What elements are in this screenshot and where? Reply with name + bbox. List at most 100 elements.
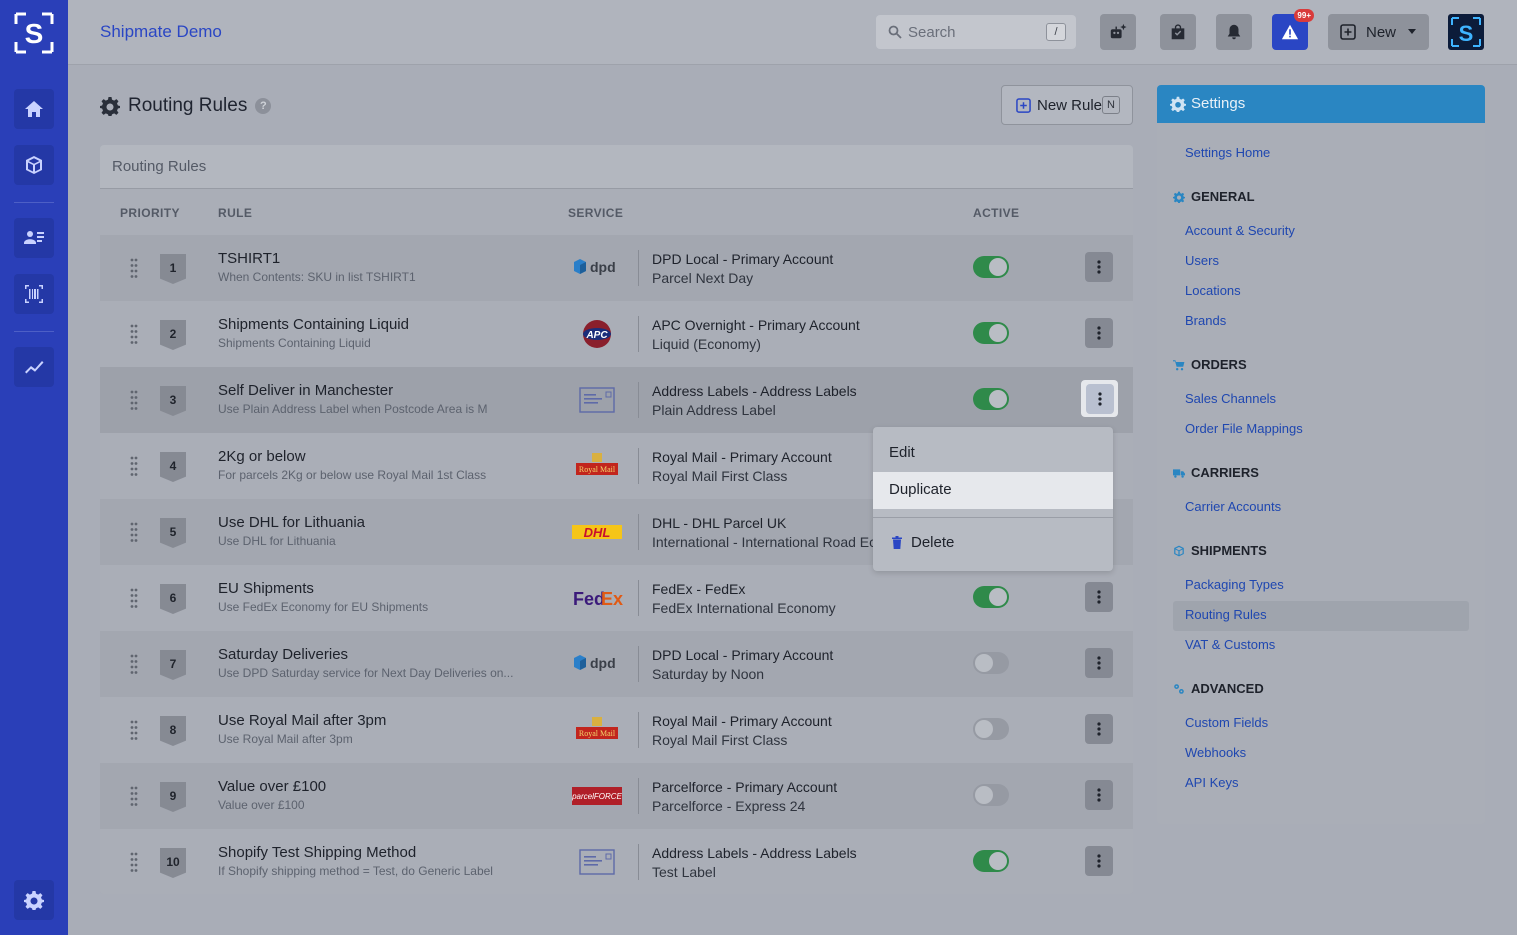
drag-handle-icon[interactable] bbox=[130, 653, 138, 675]
row-actions-button[interactable] bbox=[1085, 780, 1113, 810]
rule-description: When Contents: SKU in list TSHIRT1 bbox=[218, 270, 416, 284]
drag-handle-icon[interactable] bbox=[130, 389, 138, 411]
table-row[interactable]: 6 EU Shipments Use FedEx Economy for EU Sh… bbox=[100, 565, 1133, 631]
active-toggle[interactable] bbox=[973, 850, 1009, 872]
settings-link-brands[interactable]: Brands bbox=[1185, 313, 1226, 328]
settings-nav-button[interactable] bbox=[14, 880, 54, 920]
table-row[interactable]: 10 Shopify Test Shipping Method If Shopify… bbox=[100, 829, 1133, 894]
settings-link-api-keys[interactable]: API Keys bbox=[1185, 775, 1238, 790]
reports-nav-button[interactable] bbox=[14, 347, 54, 387]
priority-badge: 1 bbox=[160, 254, 186, 284]
settings-link-carrier-accounts[interactable]: Carrier Accounts bbox=[1185, 499, 1281, 514]
settings-link-routing-rules[interactable]: Routing Rules bbox=[1185, 607, 1267, 622]
rule-name[interactable]: 2Kg or below bbox=[218, 448, 306, 465]
service-divider bbox=[638, 712, 639, 748]
rule-description: Use Plain Address Label when Postcode Ar… bbox=[218, 402, 488, 416]
row-actions-button[interactable] bbox=[1085, 582, 1113, 612]
shipmate-logo[interactable]: S bbox=[14, 12, 54, 54]
table-row[interactable]: 8 Use Royal Mail after 3pm Use Royal Mail … bbox=[100, 697, 1133, 763]
row-actions-button[interactable] bbox=[1085, 714, 1113, 744]
row-actions-button[interactable] bbox=[1085, 318, 1113, 348]
kebab-icon bbox=[1097, 391, 1102, 406]
contacts-nav-button[interactable] bbox=[14, 218, 54, 258]
drag-handle-icon[interactable] bbox=[130, 257, 138, 279]
active-toggle[interactable] bbox=[973, 256, 1009, 278]
drag-handle-icon[interactable] bbox=[130, 785, 138, 807]
settings-link-locations[interactable]: Locations bbox=[1185, 283, 1241, 298]
rule-description: Use DHL for Lithuania bbox=[218, 534, 336, 548]
carrier-account: Royal Mail - Primary Account bbox=[652, 449, 832, 465]
settings-home-link[interactable]: Settings Home bbox=[1185, 145, 1270, 160]
active-toggle[interactable] bbox=[973, 652, 1009, 674]
plus-square-icon bbox=[1016, 98, 1031, 113]
contacts-icon bbox=[24, 231, 44, 244]
row-actions-button[interactable] bbox=[1081, 380, 1118, 417]
brand-name[interactable]: Shipmate Demo bbox=[100, 22, 222, 42]
scan-nav-button[interactable] bbox=[14, 274, 54, 314]
menu-item-duplicate[interactable]: Duplicate bbox=[873, 472, 1113, 509]
section-general: GENERAL bbox=[1173, 189, 1255, 204]
address-label-logo bbox=[570, 845, 624, 879]
new-rule-label: New Rule bbox=[1037, 97, 1103, 114]
priority-badge: 2 bbox=[160, 320, 186, 350]
rule-name[interactable]: Use DHL for Lithuania bbox=[218, 514, 365, 531]
rule-name[interactable]: Value over £100 bbox=[218, 778, 326, 795]
settings-link-packaging-types[interactable]: Packaging Types bbox=[1185, 577, 1284, 592]
drag-handle-icon[interactable] bbox=[130, 851, 138, 873]
active-toggle[interactable] bbox=[973, 586, 1009, 608]
rule-name[interactable]: Shipments Containing Liquid bbox=[218, 316, 409, 333]
drag-handle-icon[interactable] bbox=[130, 455, 138, 477]
settings-link-custom-fields[interactable]: Custom Fields bbox=[1185, 715, 1268, 730]
table-row[interactable]: 2 Shipments Containing Liquid Shipments Co… bbox=[100, 301, 1133, 367]
row-actions-button[interactable] bbox=[1085, 252, 1113, 282]
settings-link-vat-customs[interactable]: VAT & Customs bbox=[1185, 637, 1275, 652]
rule-name[interactable]: Self Deliver in Manchester bbox=[218, 382, 393, 399]
settings-link-sales-channels[interactable]: Sales Channels bbox=[1185, 391, 1276, 406]
menu-item-edit[interactable]: Edit bbox=[873, 435, 1113, 472]
kebab-icon bbox=[1097, 326, 1101, 340]
orders-bag-button[interactable] bbox=[1160, 14, 1196, 50]
priority-badge: 4 bbox=[160, 452, 186, 482]
home-nav-button[interactable] bbox=[14, 89, 54, 129]
table-row[interactable]: 3 Self Deliver in Manchester Use Plain Add… bbox=[100, 367, 1133, 433]
notifications-button[interactable] bbox=[1216, 14, 1252, 50]
rule-name[interactable]: Use Royal Mail after 3pm bbox=[218, 712, 386, 729]
drag-handle-icon[interactable] bbox=[130, 323, 138, 345]
drag-handle-icon[interactable] bbox=[130, 521, 138, 543]
alerts-button[interactable]: 99+ bbox=[1272, 9, 1314, 50]
table-row[interactable]: 7 Saturday Deliveries Use DPD Saturday ser… bbox=[100, 631, 1133, 697]
parcelforce-logo: parcelFORCE bbox=[570, 779, 624, 813]
drag-handle-icon[interactable] bbox=[130, 587, 138, 609]
top-bar: Shipmate Demo Search / 99+ New S bbox=[68, 0, 1517, 65]
rule-name[interactable]: Shopify Test Shipping Method bbox=[218, 844, 416, 861]
new-rule-button[interactable]: New Rule N bbox=[1001, 85, 1133, 125]
ai-assist-button[interactable] bbox=[1100, 14, 1136, 50]
kebab-icon bbox=[1097, 722, 1101, 736]
settings-link-order-file-mappings[interactable]: Order File Mappings bbox=[1185, 421, 1303, 436]
active-toggle[interactable] bbox=[973, 322, 1009, 344]
row-actions-button[interactable] bbox=[1085, 648, 1113, 678]
row-actions-button[interactable] bbox=[1085, 846, 1113, 876]
help-icon[interactable]: ? bbox=[255, 98, 272, 114]
rule-name[interactable]: Saturday Deliveries bbox=[218, 646, 348, 663]
rule-name[interactable]: EU Shipments bbox=[218, 580, 314, 597]
settings-link-webhooks[interactable]: Webhooks bbox=[1185, 745, 1246, 760]
service-name: Saturday by Noon bbox=[652, 666, 765, 682]
search-input[interactable]: Search / bbox=[876, 15, 1076, 49]
settings-link-account-security[interactable]: Account & Security bbox=[1185, 223, 1295, 238]
table-row[interactable]: 1 TSHIRT1 When Contents: SKU in list TSHIR… bbox=[100, 235, 1133, 301]
new-dropdown-button[interactable]: New bbox=[1328, 14, 1429, 50]
carrier-account: FedEx - FedEx bbox=[652, 581, 746, 597]
table-row[interactable]: 9 Value over £100 Value over £100 parcelFOR… bbox=[100, 763, 1133, 829]
active-toggle[interactable] bbox=[973, 784, 1009, 806]
active-toggle[interactable] bbox=[973, 718, 1009, 740]
user-avatar[interactable]: S bbox=[1448, 14, 1484, 50]
shipments-nav-button[interactable] bbox=[14, 145, 54, 185]
active-toggle[interactable] bbox=[973, 388, 1009, 410]
menu-item-delete[interactable]: Delete bbox=[873, 525, 1113, 562]
drag-handle-icon[interactable] bbox=[130, 719, 138, 741]
service-name: Liquid (Economy) bbox=[652, 336, 761, 352]
carrier-account: Address Labels - Address Labels bbox=[652, 383, 857, 399]
settings-link-users[interactable]: Users bbox=[1185, 253, 1219, 268]
rule-name[interactable]: TSHIRT1 bbox=[218, 250, 280, 267]
